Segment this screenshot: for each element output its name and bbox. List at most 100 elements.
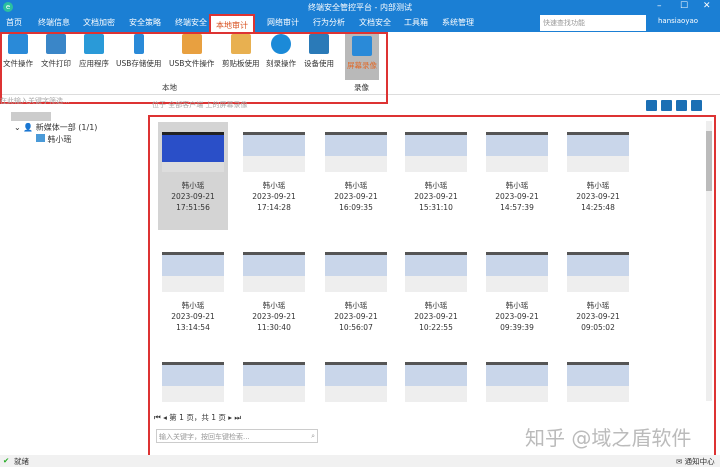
recording-thumbnail[interactable] (401, 357, 471, 402)
thumb-date: 2023-09-21 (334, 192, 378, 201)
thumb-date: 2023-09-21 (171, 312, 215, 321)
thumb-user: 韩小瑶 (181, 181, 205, 190)
menu-behavior-analysis[interactable]: 行为分析 (313, 17, 345, 28)
recording-thumbnail[interactable]: 韩小瑶 2023-09-21 14:25:48 (563, 122, 633, 230)
screenshot-preview (567, 132, 629, 172)
recording-thumbnail[interactable]: 韩小瑶 2023-09-21 13:14:54 (158, 242, 228, 350)
thumb-date: 2023-09-21 (576, 312, 620, 321)
screenshot-preview (486, 362, 548, 402)
thumb-user: 韩小瑶 (505, 181, 529, 190)
thumb-time: 14:25:48 (581, 203, 615, 212)
thumb-date: 2023-09-21 (252, 192, 296, 201)
tree-root[interactable] (11, 112, 51, 121)
notification-center[interactable]: ✉ 通知中心 (676, 456, 715, 467)
recording-thumbnail[interactable]: 韩小瑶 2023-09-21 09:39:39 (482, 242, 552, 350)
placeholder: 输入关键字，按回车键检索... (159, 433, 250, 441)
thumb-date: 2023-09-21 (334, 312, 378, 321)
screenshot-preview (162, 252, 224, 292)
recording-thumbnail[interactable] (563, 357, 633, 402)
first-page-button[interactable]: ⏮ ◂ (154, 413, 169, 422)
breadcrumb: 位于 全部客户端 上的屏幕录像 (152, 101, 248, 109)
highlight-box (0, 32, 388, 104)
screenshot-preview (325, 362, 387, 402)
screenshot-preview (162, 362, 224, 402)
keyword-search-input[interactable]: 输入关键字，按回车键检索... ⌕ (156, 429, 318, 443)
thumb-date: 2023-09-21 (252, 312, 296, 321)
gear-icon[interactable] (676, 100, 687, 111)
thumb-user: 韩小瑶 (344, 181, 368, 190)
toolbar (646, 100, 706, 113)
recording-thumbnail[interactable]: 韩小瑶 2023-09-21 16:09:35 (321, 122, 391, 230)
screenshot-preview (486, 252, 548, 292)
menu-local-audit[interactable]: 本地审计 (209, 14, 255, 32)
screenshot-preview (325, 252, 387, 292)
screenshot-preview (405, 362, 467, 402)
title-bar: e 终端安全管控平台 - 内部测试 – ☐ ✕ (0, 0, 720, 14)
recording-thumbnail[interactable]: 韩小瑶 2023-09-21 17:14:28 (239, 122, 309, 230)
tree-user[interactable]: 韩小瑶 (36, 134, 72, 145)
thumb-user: 韩小瑶 (505, 301, 529, 310)
thumb-user: 韩小瑶 (262, 301, 286, 310)
thumb-user: 韩小瑶 (344, 301, 368, 310)
thumb-time: 09:39:39 (500, 323, 534, 332)
label: 通知中心 (684, 457, 715, 466)
recording-thumbnail[interactable] (482, 357, 552, 402)
menu-security-policy[interactable]: 安全策略 (129, 17, 161, 28)
scrollbar[interactable] (706, 121, 712, 401)
tree-group[interactable]: ⌄ 👤 新媒体一部 (1/1) (14, 122, 97, 133)
pager: ⏮ ◂ 第 1 页，共 1 页 ▸ ⏭ (154, 412, 241, 423)
recording-thumbnail[interactable] (239, 357, 309, 402)
search-icon[interactable]: ⌕ (311, 432, 315, 441)
screenshot-preview (243, 132, 305, 172)
menu-terminal-info[interactable]: 终端信息 (38, 17, 70, 28)
menu-terminal-security[interactable]: 终端安全 (175, 17, 207, 28)
recording-thumbnail[interactable]: 韩小瑶 2023-09-21 17:51:56 (158, 122, 228, 230)
menu-doc-security[interactable]: 文档安全 (359, 17, 391, 28)
screenshot-preview (162, 132, 224, 172)
menu-doc-encrypt[interactable]: 文档加密 (83, 17, 115, 28)
refresh-icon[interactable] (691, 100, 702, 111)
thumb-user: 韩小瑶 (586, 301, 610, 310)
menu-home[interactable]: 首页 (6, 17, 22, 28)
maximize-button[interactable]: ☐ (680, 1, 688, 11)
menu-toolbox[interactable]: 工具箱 (404, 17, 428, 28)
play-icon[interactable] (646, 100, 657, 111)
thumb-time: 13:14:54 (176, 323, 210, 332)
panel-icon[interactable] (661, 100, 672, 111)
recording-thumbnail[interactable]: 韩小瑶 2023-09-21 10:56:07 (321, 242, 391, 350)
thumb-time: 09:05:02 (581, 323, 615, 332)
recording-thumbnail[interactable] (321, 357, 391, 402)
thumb-time: 10:22:55 (419, 323, 453, 332)
recording-thumbnail[interactable]: 韩小瑶 2023-09-21 15:31:10 (401, 122, 471, 230)
check-icon: ✔ (3, 456, 10, 465)
user-menu[interactable]: hansiaoyao (658, 17, 698, 25)
next-page-button[interactable]: ▸ ⏭ (226, 413, 241, 422)
menu-network-audit[interactable]: 网络审计 (267, 17, 299, 28)
menu-system[interactable]: 系统管理 (442, 17, 474, 28)
label: 新媒体一部 (1/1) (35, 123, 98, 132)
recording-thumbnail[interactable]: 韩小瑶 2023-09-21 14:57:39 (482, 122, 552, 230)
recording-thumbnail[interactable] (158, 357, 228, 402)
filter-input[interactable]: 在此输入关键字筛选... (0, 96, 146, 106)
thumb-time: 14:57:39 (500, 203, 534, 212)
user-icon (36, 134, 45, 142)
recording-thumbnail[interactable]: 韩小瑶 2023-09-21 11:30:40 (239, 242, 309, 350)
watermark: 知乎 @域之盾软件 (525, 426, 692, 450)
status-bar: ✔ 就绪 ✉ 通知中心 (0, 455, 720, 467)
users-icon: 👤 (23, 123, 34, 132)
status-text: 就绪 (14, 457, 29, 466)
thumb-user: 韩小瑶 (262, 181, 286, 190)
quick-search-input[interactable]: 快速查找功能 (540, 15, 646, 31)
recording-thumbnail[interactable]: 韩小瑶 2023-09-21 10:22:55 (401, 242, 471, 350)
minimize-button[interactable]: – (657, 1, 662, 11)
thumb-date: 2023-09-21 (495, 192, 539, 201)
thumb-time: 16:09:35 (339, 203, 373, 212)
thumb-time: 10:56:07 (339, 323, 373, 332)
label: 韩小瑶 (47, 135, 72, 144)
recording-panel: 韩小瑶 2023-09-21 17:51:56 韩小瑶 2023-09-21 17:14:… (148, 115, 716, 465)
close-button[interactable]: ✕ (703, 1, 711, 11)
recording-thumbnail[interactable]: 韩小瑶 2023-09-21 09:05:02 (563, 242, 633, 350)
screenshot-preview (567, 362, 629, 402)
menu-bar: 首页 终端信息 文档加密 安全策略 终端安全 本地审计 网络审计 行为分析 文档… (0, 14, 720, 32)
thumb-date: 2023-09-21 (576, 192, 620, 201)
